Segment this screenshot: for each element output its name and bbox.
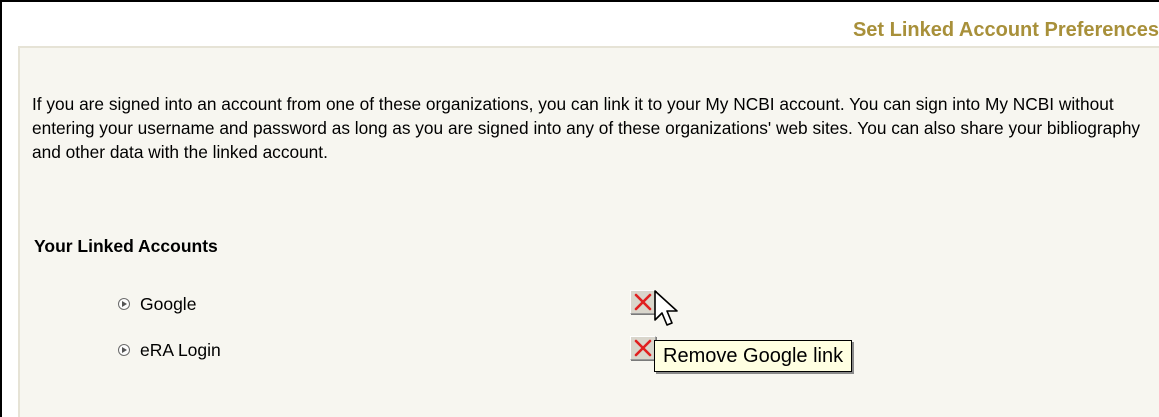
x-icon (634, 339, 652, 357)
linked-account-era-login: eRA Login (118, 338, 221, 362)
account-label: eRA Login (140, 339, 221, 360)
x-icon (634, 293, 652, 311)
linked-accounts-window: Set Linked Account Preferences If you ar… (0, 0, 1159, 417)
remove-era-login-link-button[interactable] (630, 336, 656, 360)
arrow-bullet-icon (118, 344, 130, 356)
account-label: Google (140, 293, 197, 314)
arrow-pointer-icon (654, 290, 678, 326)
remove-google-link-button[interactable] (630, 290, 656, 314)
panel-title: Set Linked Account Preferences (852, 19, 1159, 41)
remove-link-tooltip: Remove Google link (654, 340, 853, 372)
panel-header: Set Linked Account Preferences (4, 4, 1159, 46)
preferences-panel: If you are signed into an account from o… (18, 46, 1159, 417)
linked-accounts-list: Google eRA Login (20, 48, 1159, 417)
linked-account-google: Google (118, 292, 196, 316)
arrow-bullet-icon (118, 298, 130, 310)
